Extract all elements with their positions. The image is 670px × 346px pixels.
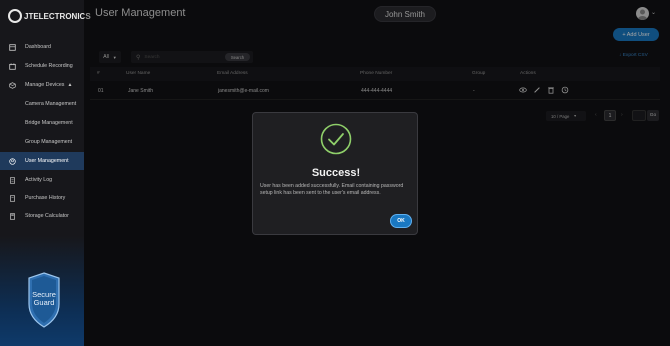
- sidebar-item-activity-log[interactable]: Activity Log: [0, 171, 84, 189]
- sidebar-item-label: Bridge Management: [25, 120, 73, 126]
- sidebar-item-dashboard[interactable]: Dashboard: [0, 38, 84, 56]
- sidebar-item-label: Camera Management: [25, 101, 77, 107]
- sidebar-item-storage-calculator[interactable]: Storage Calculator: [0, 207, 84, 225]
- sidebar-item-label: Purchase History: [25, 195, 66, 201]
- sidebar-item-label: Group Management: [25, 139, 73, 145]
- calendar-icon: [8, 62, 17, 70]
- brand-logo[interactable]: JTELECTRONICS: [8, 8, 91, 24]
- cube-icon: [8, 81, 17, 89]
- dashboard-icon: [8, 43, 17, 51]
- sidebar-item-label: Schedule Recording: [25, 63, 73, 69]
- sidebar-item-bridge-management[interactable]: Bridge Management: [0, 114, 84, 132]
- sidebar-item-user-management[interactable]: User Management: [0, 152, 84, 170]
- sidebar-item-label: Manage Devices: [25, 82, 65, 88]
- receipt-icon: [8, 194, 17, 202]
- calculator-icon: [8, 212, 17, 220]
- secure-guard-shield-icon: Secure Guard: [28, 272, 60, 328]
- user-icon: [8, 157, 17, 165]
- sidebar-item-camera-management[interactable]: Camera Management: [0, 95, 84, 113]
- dialog-message: User has been added successfully. Email …: [260, 183, 404, 196]
- sidebar-item-manage-devices[interactable]: Manage Devices ▲: [0, 76, 84, 94]
- brand-text: JTELECTRONICS: [24, 11, 91, 21]
- sidebar-item-schedule-recording[interactable]: Schedule Recording: [0, 57, 84, 75]
- sidebar: JTELECTRONICS Dashboard Schedule Recordi…: [0, 0, 91, 346]
- success-dialog: Success! User has been added successfull…: [252, 112, 418, 235]
- chevron-up-icon: ▲: [67, 82, 73, 88]
- sidebar-item-group-management[interactable]: Group Management: [0, 133, 84, 151]
- shield-line2: Guard: [34, 298, 55, 307]
- dialog-title: Success!: [311, 167, 361, 179]
- document-icon: [8, 176, 17, 184]
- sidebar-item-label: Dashboard: [25, 44, 51, 50]
- success-check-icon: [320, 123, 352, 155]
- sidebar-item-label: Storage Calculator: [25, 213, 69, 219]
- sidebar-item-label: Activity Log: [25, 177, 53, 183]
- sidebar-item-purchase-history[interactable]: Purchase History: [0, 189, 84, 207]
- ok-button[interactable]: OK: [390, 214, 412, 228]
- logo-ring-icon: [8, 9, 22, 23]
- sidebar-item-label: User Management: [25, 158, 69, 164]
